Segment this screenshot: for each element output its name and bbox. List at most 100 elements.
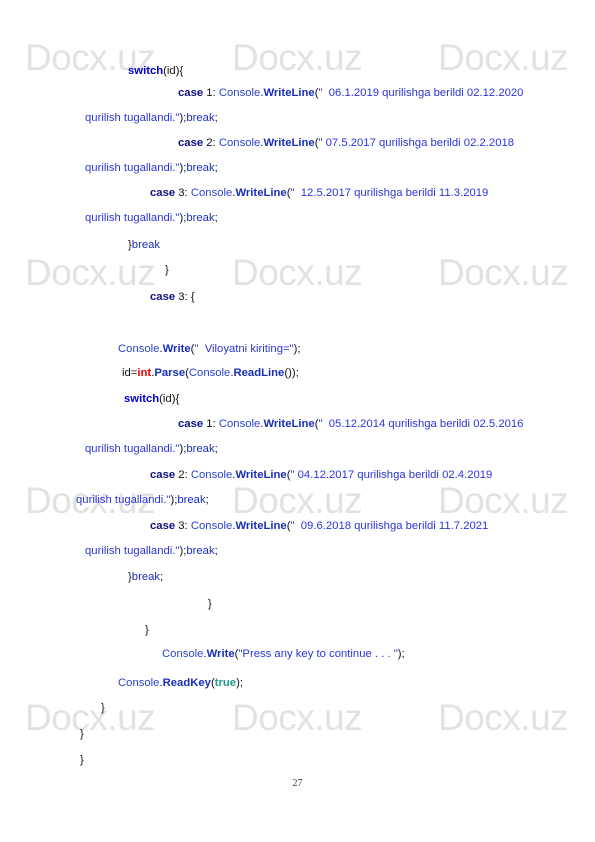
code-line: } [0,723,595,745]
code-token: break [186,545,215,557]
code-token: WriteLine [263,137,315,149]
code-line: switch(id){ [0,60,595,82]
code-token: WriteLine [235,187,287,199]
code-token: Write [162,343,191,355]
code-token: case [150,520,176,532]
code-token: id= [122,367,138,379]
code-token: Console [190,187,233,199]
code-token: "Press any key to continue . . . " [238,648,398,660]
code-token: break [177,494,206,506]
code-line: qurilish tugallandi.");break; [0,489,595,511]
code-token: qurilish tugallandi." [85,162,180,174]
code-token: 3: [175,187,191,199]
code-line: Console.Write(" Viloyatni kiriting="); [0,338,595,360]
code-token: ; [205,494,209,506]
code-token: Console [118,677,160,689]
code-line: id=int.Parse(Console.ReadLine()); [0,362,595,384]
code-token: 2: [175,469,191,481]
code-token: ); [293,343,301,355]
code-token: " 07.5.2017 qurilishga berildi 02.2.2018 [318,137,515,149]
code-token: Console [190,520,233,532]
code-token: 2: [203,137,219,149]
code-token: } [165,264,169,276]
code-token: switch [124,393,160,405]
code-token: " 12.5.2017 qurilishga berildi 11.3.2019 [290,187,489,199]
code-token: Console [218,418,261,430]
code-token: } [80,728,84,740]
code-token: ; [214,212,218,224]
code-token: int [137,367,152,379]
code-token: case [178,418,204,430]
code-token: Parse [154,367,186,379]
code-token: switch [128,65,164,77]
code-token: } [101,702,105,714]
code-token: break [131,239,161,251]
code-line: } [0,749,595,771]
code-line: case 3: Console.WriteLine(" 12.5.2017 qu… [0,182,595,204]
code-token: true [214,677,237,689]
code-listing: switch(id){case 1: Console.WriteLine(" 0… [0,0,595,842]
code-token: (id){ [159,393,180,405]
code-token: Console [188,367,231,379]
code-token: WriteLine [235,469,287,481]
code-line: Console.ReadKey(true); [0,672,595,694]
code-token: case [178,137,204,149]
code-token: WriteLine [263,87,315,99]
code-token: ReadLine [233,367,285,379]
code-line: } [0,259,595,281]
code-line: } [0,593,595,615]
code-token: Console [162,648,204,660]
code-line: }break; [0,566,595,588]
page-number: 27 [292,778,303,789]
code-token: ; [214,162,218,174]
code-token: qurilish tugallandi." [85,112,180,124]
code-token: Write [206,648,235,660]
code-token: ReadKey [162,677,211,689]
code-token: " 06.1.2019 qurilishga berildi 02.12.202… [318,87,524,99]
code-token: qurilish tugallandi." [85,545,180,557]
code-token: } [80,754,84,766]
code-token: break [186,112,215,124]
code-line: qurilish tugallandi.");break; [0,157,595,179]
code-token: ); [397,648,405,660]
code-line: case 1: Console.WriteLine(" 06.1.2019 qu… [0,82,595,104]
code-line: qurilish tugallandi.");break; [0,438,595,460]
code-token: } [208,598,212,610]
code-token: case [150,187,176,199]
code-line: case 1: Console.WriteLine(" 05.12.2014 q… [0,413,595,435]
code-token: " 04.12.2017 qurilishga berildi 02.4.201… [290,469,493,481]
code-token: Console [218,137,261,149]
code-token: Console [218,87,261,99]
code-token: 3: [175,520,191,532]
code-token: ; [214,443,218,455]
code-token: " Viloyatni kiriting=" [194,343,294,355]
code-token: Console [190,469,233,481]
code-token: qurilish tugallandi." [85,443,180,455]
code-token: case [178,87,204,99]
code-line: }break [0,234,595,256]
code-token: 1: [203,418,219,430]
code-token: (id){ [163,65,184,77]
code-token: qurilish tugallandi." [76,494,171,506]
document-page: Docx.uz Docx.uz Docx.uz Docx.uz Docx.uz Docx.… [0,0,595,842]
code-token: break [186,212,215,224]
code-line: Console.Write("Press any key to continue… [0,643,595,665]
code-token: ; [160,571,164,583]
code-token: Console [118,343,160,355]
code-line: case 2: Console.WriteLine(" 07.5.2017 qu… [0,132,595,154]
code-token: case [150,291,176,303]
code-token: ()); [284,367,299,379]
code-token: WriteLine [235,520,287,532]
code-line: qurilish tugallandi.");break; [0,207,595,229]
code-token: qurilish tugallandi." [85,212,180,224]
code-token: ; [214,112,218,124]
code-token: WriteLine [263,418,315,430]
code-line: qurilish tugallandi.");break; [0,107,595,129]
code-line: } [0,619,595,641]
code-token: } [145,624,149,636]
code-line: qurilish tugallandi.");break; [0,540,595,562]
code-token: break [186,162,215,174]
code-token: ); [236,677,243,689]
code-token: break [131,571,161,583]
code-line: case 3: Console.WriteLine(" 09.6.2018 qu… [0,515,595,537]
